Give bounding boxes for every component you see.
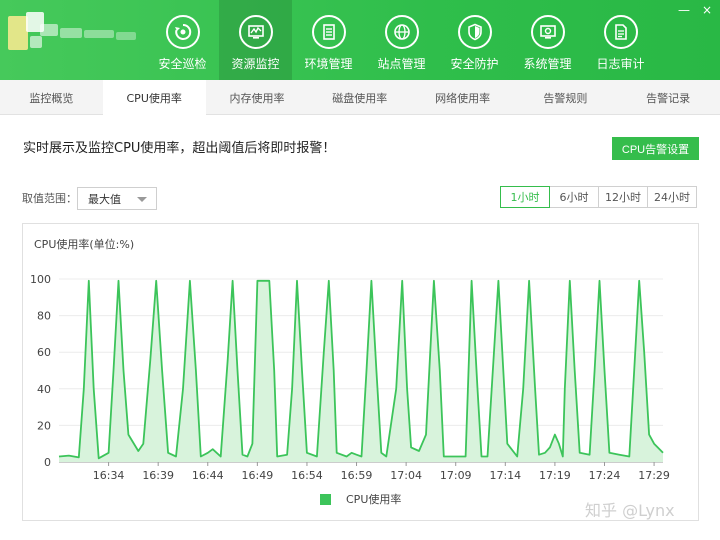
nav-item-resource-monitor[interactable]: 资源监控 — [219, 0, 292, 80]
nav-label: 环境管理 — [304, 57, 353, 71]
document-icon — [603, 15, 638, 49]
time-button-6h[interactable]: 6小时 — [549, 186, 599, 208]
app-logo — [0, 10, 150, 60]
cpu-usage-chart: 0 20 40 60 80 100 16:34 16:39 16:44 16:49 16:54 16:… — [30, 273, 670, 506]
refresh-shield-icon — [165, 15, 200, 49]
nav-label: 安全巡检 — [158, 57, 207, 71]
tab-overview[interactable]: 监控概览 — [0, 80, 103, 115]
y-tick-label: 100 — [30, 273, 51, 286]
y-tick-label: 0 — [44, 456, 51, 469]
watermark-text: 知乎 @Lynx — [585, 501, 675, 520]
nav-item-protection[interactable]: 安全防护 — [438, 0, 511, 80]
app-window: 安全巡检 资源监控 环境管理 站点管理 安全防护 系统管理 日志审计 — × 监… — [0, 0, 720, 540]
tab-network-usage[interactable]: 网络使用率 — [411, 80, 514, 115]
nav-item-system[interactable]: 系统管理 — [511, 0, 584, 80]
tab-memory-usage[interactable]: 内存使用率 — [206, 80, 309, 115]
legend-label: CPU使用率 — [346, 492, 401, 506]
x-tick-label: 17:09 — [440, 469, 472, 482]
x-tick-label: 16:59 — [341, 469, 373, 482]
y-tick-label: 20 — [37, 419, 51, 432]
x-tick-label: 17:04 — [390, 469, 422, 482]
globe-icon — [384, 15, 419, 49]
cpu-chart-panel: CPU使用率(单位:%) 0 20 40 60 80 100 16:34 16:39 16:44… — [22, 223, 699, 521]
nav-label: 系统管理 — [523, 57, 572, 71]
chevron-down-icon — [137, 197, 147, 202]
tab-alarm-records[interactable]: 告警记录 — [617, 80, 720, 115]
monitor-chart-icon — [238, 15, 273, 49]
tab-cpu-usage[interactable]: CPU使用率 — [102, 80, 206, 116]
nav-item-security-inspection[interactable]: 安全巡检 — [146, 0, 219, 80]
cpu-alarm-settings-button[interactable]: CPU告警设置 — [612, 137, 699, 160]
y-tick-label: 80 — [37, 310, 51, 323]
nav-label: 站点管理 — [377, 57, 426, 71]
nav-item-environment[interactable]: 环境管理 — [292, 0, 365, 80]
x-tick-label: 17:19 — [539, 469, 571, 482]
tab-disk-usage[interactable]: 磁盘使用率 — [308, 80, 411, 115]
top-header: 安全巡检 资源监控 环境管理 站点管理 安全防护 系统管理 日志审计 — × — [0, 0, 720, 80]
server-icon — [311, 15, 346, 49]
page-description: 实时展示及监控CPU使用率，超出阈值后将即时报警！ — [23, 141, 336, 156]
x-tick-label: 16:54 — [291, 469, 323, 482]
range-label: 取值范围： — [22, 192, 77, 205]
y-tick-label: 60 — [37, 346, 51, 359]
range-select-value: 最大值 — [88, 192, 121, 206]
tab-alarm-rules[interactable]: 告警规则 — [514, 80, 617, 115]
x-tick-label: 16:49 — [242, 469, 274, 482]
nav-label: 日志审计 — [596, 57, 645, 71]
nav-label: 安全防护 — [450, 57, 499, 71]
range-select[interactable]: 最大值 — [77, 187, 157, 210]
gear-screen-icon — [530, 15, 565, 49]
window-controls: — × — [678, 2, 712, 18]
time-button-12h[interactable]: 12小时 — [598, 186, 648, 208]
x-tick-label: 16:39 — [142, 469, 174, 482]
x-tick-label: 16:34 — [93, 469, 125, 482]
x-tick-label: 17:14 — [489, 469, 521, 482]
legend-swatch — [320, 494, 331, 505]
x-tick-label: 17:24 — [589, 469, 621, 482]
nav-item-log-audit[interactable]: 日志审计 — [584, 0, 657, 80]
time-button-24h[interactable]: 24小时 — [647, 186, 697, 208]
close-button[interactable]: × — [702, 2, 712, 18]
shield-icon — [457, 15, 492, 49]
nav-label: 资源监控 — [231, 57, 280, 71]
x-tick-label: 17:29 — [638, 469, 670, 482]
x-tick-label: 16:44 — [192, 469, 224, 482]
main-nav: 安全巡检 资源监控 环境管理 站点管理 安全防护 系统管理 日志审计 — [146, 0, 657, 80]
minimize-button[interactable]: — — [678, 2, 690, 18]
y-tick-label: 40 — [37, 383, 51, 396]
sub-tabs: 监控概览 CPU使用率 内存使用率 磁盘使用率 网络使用率 告警规则 告警记录 — [0, 80, 720, 116]
nav-item-site[interactable]: 站点管理 — [365, 0, 438, 80]
time-button-1h[interactable]: 1小时 — [500, 186, 550, 208]
time-range-group: 1小时 6小时 12小时 24小时 — [500, 186, 697, 208]
